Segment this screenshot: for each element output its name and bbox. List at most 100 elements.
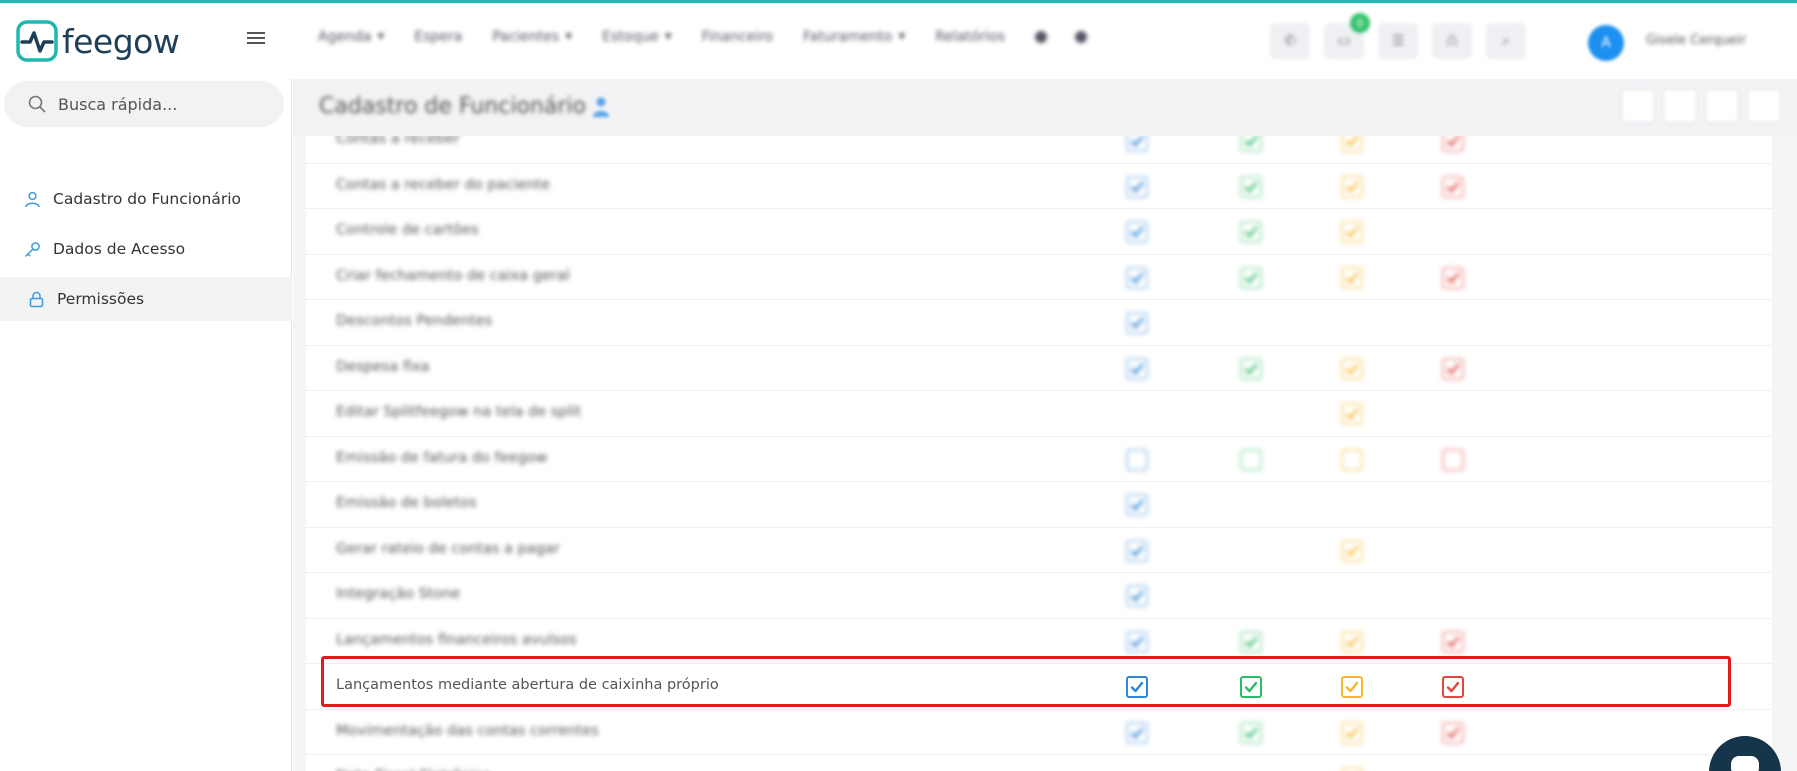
nav-item[interactable]: Financeiro (702, 29, 773, 45)
list-icon[interactable]: ☰ (1378, 23, 1418, 59)
gear-icon[interactable] (1075, 31, 1087, 43)
permission-checkbox-yellow[interactable] (1341, 676, 1363, 698)
permission-checkbox-red[interactable] (1442, 175, 1464, 198)
permission-checkbox-blue[interactable] (1126, 676, 1148, 698)
table-row: Criar fechamento de caixa geral (306, 255, 1772, 300)
permission-checkbox-yellow[interactable] (1341, 539, 1363, 562)
permission-checkbox-red[interactable] (1442, 448, 1464, 471)
caret-down-icon: ▼ (377, 32, 385, 42)
check-icon (1345, 226, 1359, 238)
permission-label: Emissão de fatura do feegow (336, 449, 548, 466)
sidebar-item-dados-acesso[interactable]: Dados de Acesso (0, 227, 292, 271)
nav-item[interactable]: Agenda ▼ (318, 29, 384, 45)
check-icon (1244, 363, 1258, 374)
search-input[interactable] (58, 94, 258, 114)
header-actions: ✆ ▭ 0 ☰ ⎙ ⌕ (1270, 13, 1540, 59)
permission-checkbox-yellow[interactable] (1341, 630, 1363, 653)
permission-checkbox-green[interactable] (1240, 221, 1262, 243)
check-icon (1345, 636, 1359, 647)
nav-item-label: Estoque (602, 29, 659, 45)
permission-checkbox-red[interactable] (1442, 266, 1464, 289)
sidebar-item-cadastro[interactable]: Cadastro do Funcionário (0, 177, 292, 221)
permission-checkbox-blue[interactable] (1126, 494, 1148, 516)
permission-checkbox-green[interactable] (1240, 630, 1262, 653)
sidebar-item-permissoes[interactable]: Permissões (0, 277, 292, 321)
permission-checkbox-blue[interactable] (1126, 539, 1148, 562)
nav-item-label: Espera (414, 29, 463, 45)
nav-item[interactable]: Relatórios (935, 29, 1005, 45)
nav-item-label: Relatórios (935, 29, 1005, 45)
permission-checkbox-red[interactable] (1442, 357, 1464, 380)
notification-badge: 0 (1350, 13, 1370, 33)
check-icon (1345, 408, 1359, 420)
nav-item[interactable]: Faturamento ▼ (803, 29, 905, 45)
search-user-icon[interactable]: ⌕ (1486, 23, 1526, 59)
check-icon (1130, 590, 1144, 602)
messages-icon[interactable]: ▭ 0 (1324, 13, 1370, 59)
permission-checkbox-red[interactable] (1442, 676, 1464, 698)
permission-checkbox-yellow[interactable] (1341, 221, 1363, 243)
permission-checkbox-blue[interactable] (1126, 448, 1148, 471)
permission-checkbox-blue[interactable] (1126, 221, 1148, 243)
permission-checkbox-blue[interactable] (1126, 357, 1148, 380)
nav-item[interactable]: Espera (414, 29, 462, 45)
list-button[interactable] (1663, 89, 1697, 123)
permission-checkbox-blue[interactable] (1126, 266, 1148, 289)
check-icon (1345, 545, 1359, 556)
permission-checkbox-yellow[interactable] (1341, 403, 1363, 425)
settings-icon[interactable] (1035, 31, 1047, 43)
phone-icon[interactable]: ✆ (1270, 23, 1310, 59)
permission-label: Criar fechamento de caixa geral (336, 267, 570, 284)
check-icon (1345, 181, 1359, 192)
permission-checkbox-yellow[interactable] (1341, 448, 1363, 471)
check-icon (1345, 136, 1359, 147)
check-icon (1244, 181, 1258, 192)
permission-checkbox-yellow[interactable] (1341, 357, 1363, 380)
next-button[interactable] (1705, 89, 1739, 123)
check-icon (1446, 136, 1460, 147)
permission-checkbox-green[interactable] (1240, 721, 1262, 744)
nav-item-label: Pacientes (492, 29, 560, 45)
feegow-logo[interactable]: feegow (16, 19, 180, 63)
nav-item[interactable]: Estoque ▼ (602, 29, 672, 45)
permission-checkbox-yellow[interactable] (1341, 721, 1363, 744)
permission-checkbox-green[interactable] (1240, 448, 1262, 471)
history-button[interactable] (1747, 89, 1781, 123)
permission-label: Editar Splitfeegow na tela de split (336, 404, 582, 420)
permission-checkbox-green[interactable] (1240, 136, 1262, 152)
permission-checkbox-red[interactable] (1442, 136, 1464, 152)
avatar[interactable]: A (1588, 25, 1624, 61)
permission-checkbox-blue[interactable] (1126, 585, 1148, 607)
main-nav: Agenda ▼ Espera Pacientes ▼ Estoque ▼ Financeir… (318, 29, 1115, 45)
check-icon (1130, 636, 1144, 647)
permission-checkbox-green[interactable] (1240, 175, 1262, 198)
printer-icon[interactable]: ⎙ (1432, 23, 1472, 59)
permission-checkbox-yellow[interactable] (1341, 136, 1363, 152)
previous-button[interactable] (1621, 89, 1655, 123)
permission-label: Controle de cartões (336, 222, 479, 238)
permission-checkbox-blue[interactable] (1126, 721, 1148, 744)
permission-label: Integração Stone (336, 586, 461, 602)
table-row: Integração Stone (306, 573, 1772, 619)
permission-checkbox-yellow[interactable] (1341, 767, 1363, 771)
permission-checkbox-green[interactable] (1240, 676, 1262, 698)
permission-checkbox-blue[interactable] (1126, 312, 1148, 334)
table-row: Despesa fixa (306, 346, 1772, 391)
search-icon (28, 95, 46, 113)
permission-label: Lançamentos financeiros avulsos (336, 631, 577, 648)
check-icon (1130, 681, 1144, 693)
check-icon (1244, 226, 1258, 238)
permission-checkbox-red[interactable] (1442, 721, 1464, 744)
permission-checkbox-blue[interactable] (1126, 630, 1148, 653)
permission-checkbox-green[interactable] (1240, 357, 1262, 380)
permission-checkbox-green[interactable] (1240, 266, 1262, 289)
permission-checkbox-blue[interactable] (1126, 175, 1148, 198)
permission-checkbox-blue[interactable] (1126, 136, 1148, 152)
permission-checkbox-yellow[interactable] (1341, 266, 1363, 289)
permission-checkbox-yellow[interactable] (1341, 175, 1363, 198)
nav-item[interactable]: Pacientes ▼ (492, 29, 572, 45)
menu-toggle-icon[interactable] (247, 29, 271, 49)
user-name[interactable]: Gisele Cerqueir (1646, 33, 1746, 48)
key-icon (25, 241, 40, 257)
permission-checkbox-red[interactable] (1442, 630, 1464, 653)
